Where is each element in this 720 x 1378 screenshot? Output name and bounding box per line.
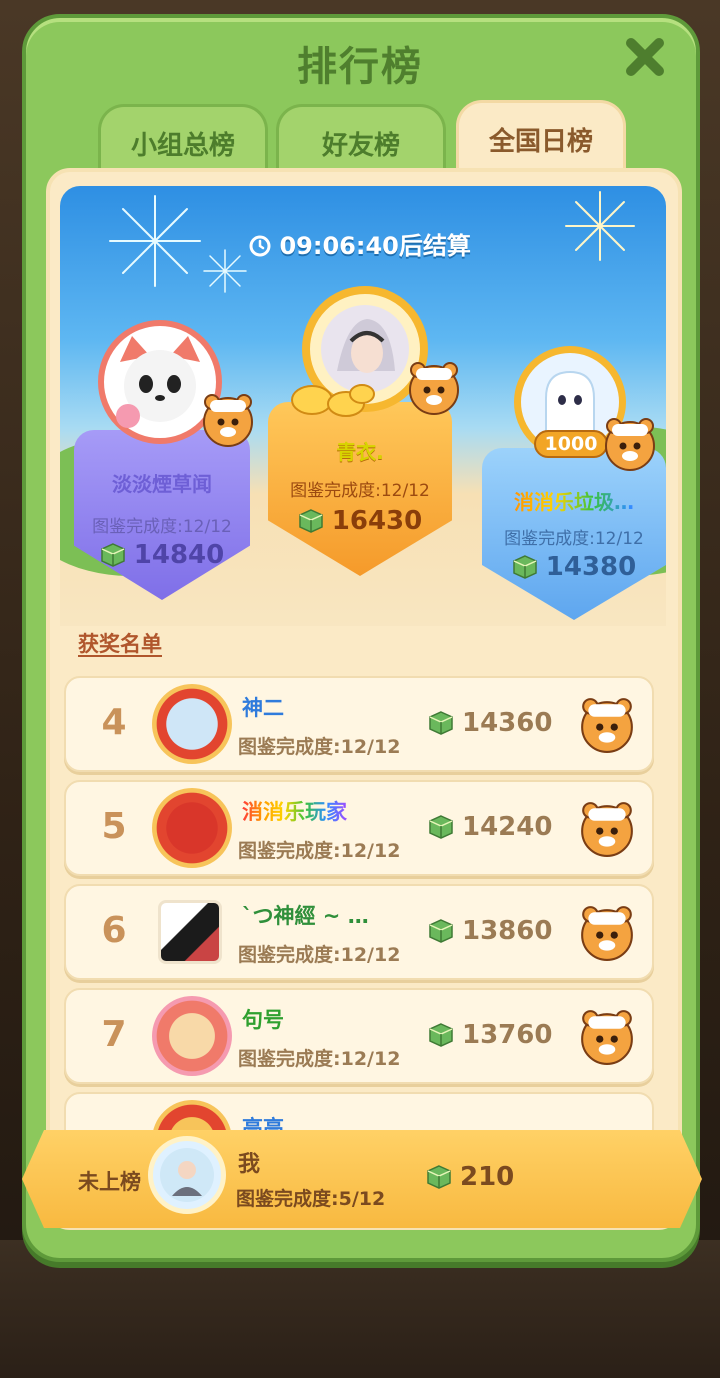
clock-icon xyxy=(249,235,271,257)
player-progress: 图鉴完成度:12/12 xyxy=(238,1048,401,1070)
close-button[interactable] xyxy=(620,32,670,82)
avatar xyxy=(152,684,232,764)
my-score: 210 xyxy=(426,1162,514,1192)
player-score: 14240 xyxy=(428,812,552,842)
cube-icon xyxy=(429,815,453,839)
player-name: 句号 xyxy=(242,1008,284,1032)
close-icon xyxy=(626,38,664,76)
player-progress: 图鉴完成度:12/12 xyxy=(238,736,401,758)
score-badge: 1000 xyxy=(534,430,608,458)
tiger-badge-icon xyxy=(581,906,633,961)
player-progress: 图鉴完成度:12/12 xyxy=(238,944,401,966)
ranking-row[interactable]: 6 `つ神經 ~ … 图鉴完成度:12/12 13860 xyxy=(64,884,654,980)
podium-second-place[interactable]: 淡淡煙草闻 图鉴完成度:12/12 14840 xyxy=(74,320,253,600)
page-title: 排行榜 xyxy=(297,44,423,90)
tiger-badge-icon xyxy=(605,418,655,471)
cube-icon xyxy=(429,711,453,735)
tab-label: 小组总榜 xyxy=(130,131,235,161)
rank-number: 7 xyxy=(101,1014,127,1055)
tiger-badge-icon xyxy=(409,362,459,415)
podium-score: 16430 xyxy=(268,506,452,536)
podium-score-value: 16430 xyxy=(331,506,423,536)
rank-number: 4 xyxy=(101,702,127,743)
tiger-badge-icon xyxy=(581,802,633,857)
rank-number: 6 xyxy=(101,910,127,951)
my-progress: 图鉴完成度:5/12 xyxy=(236,1188,386,1210)
avatar xyxy=(152,788,232,868)
cube-icon xyxy=(429,1023,453,1047)
player-score: 13760 xyxy=(428,1020,552,1050)
player-score-value: 13760 xyxy=(462,1020,553,1050)
tiger-badge-icon xyxy=(581,698,633,753)
timer-text: 09:06:40后结算 xyxy=(279,232,471,260)
podium-score-value: 14380 xyxy=(545,552,637,582)
my-score-value: 210 xyxy=(460,1162,515,1192)
tab-label: 全国日榜 xyxy=(488,127,593,157)
panda-cat-avatar-icon xyxy=(116,336,200,428)
cube-icon xyxy=(299,509,323,533)
player-score-value: 14240 xyxy=(462,812,553,842)
podium-progress: 图鉴完成度:12/12 xyxy=(290,481,430,501)
player-score: 13860 xyxy=(428,916,552,946)
podium-score: 14840 xyxy=(74,540,250,570)
podium-name: 淡淡煙草闻 xyxy=(112,472,212,496)
ranking-row[interactable]: 7 句号 图鉴完成度:12/12 13760 xyxy=(64,988,654,1084)
avatar xyxy=(152,996,232,1076)
my-name: 我 xyxy=(238,1152,261,1177)
podium-score-value: 14840 xyxy=(133,540,225,570)
player-name: 神二 xyxy=(242,696,284,720)
podium-progress: 图鉴完成度:12/12 xyxy=(504,529,644,549)
avatar xyxy=(148,1136,226,1214)
ranking-row[interactable]: 5 消消乐玩家 图鉴完成度:12/12 14240 xyxy=(64,780,654,876)
tiger-badge-icon xyxy=(203,394,253,447)
my-avatar-icon xyxy=(160,1148,214,1202)
tiger-badge-icon xyxy=(581,1010,633,1065)
tab-label: 好友榜 xyxy=(321,131,400,161)
podium-name: 消消乐垃圾… xyxy=(482,486,666,515)
rank-number: 5 xyxy=(101,806,127,847)
settlement-timer: 09:06:40后结算 xyxy=(0,226,720,261)
player-name: 消消乐玩家 xyxy=(242,796,347,826)
cube-icon xyxy=(513,555,537,579)
award-list-label[interactable]: 获奖名单 xyxy=(78,628,162,658)
podium-third-place[interactable]: 1000 消消乐垃圾… 图鉴完成度:12/12 14380 xyxy=(482,336,666,620)
player-name: `つ神經 ~ … xyxy=(242,904,369,928)
cube-icon xyxy=(101,543,125,567)
cube-icon xyxy=(427,1165,451,1189)
player-score: 14360 xyxy=(428,708,552,738)
player-score-value: 14360 xyxy=(462,708,553,738)
avatar xyxy=(158,900,222,964)
podium-first-place[interactable]: 青衣. 图鉴完成度:12/12 16430 xyxy=(268,286,459,576)
player-progress: 图鉴完成度:12/12 xyxy=(238,840,401,862)
cube-icon xyxy=(429,919,453,943)
my-rank-label: 未上榜 xyxy=(78,1170,141,1194)
player-score-value: 13860 xyxy=(462,916,553,946)
podium-name: 青衣. xyxy=(336,440,384,464)
gold-coins-icon xyxy=(291,384,375,417)
podium-progress: 图鉴完成度:12/12 xyxy=(92,517,232,537)
podium-score: 14380 xyxy=(482,552,666,582)
ranking-row[interactable]: 4 神二 图鉴完成度:12/12 14360 xyxy=(64,676,654,772)
